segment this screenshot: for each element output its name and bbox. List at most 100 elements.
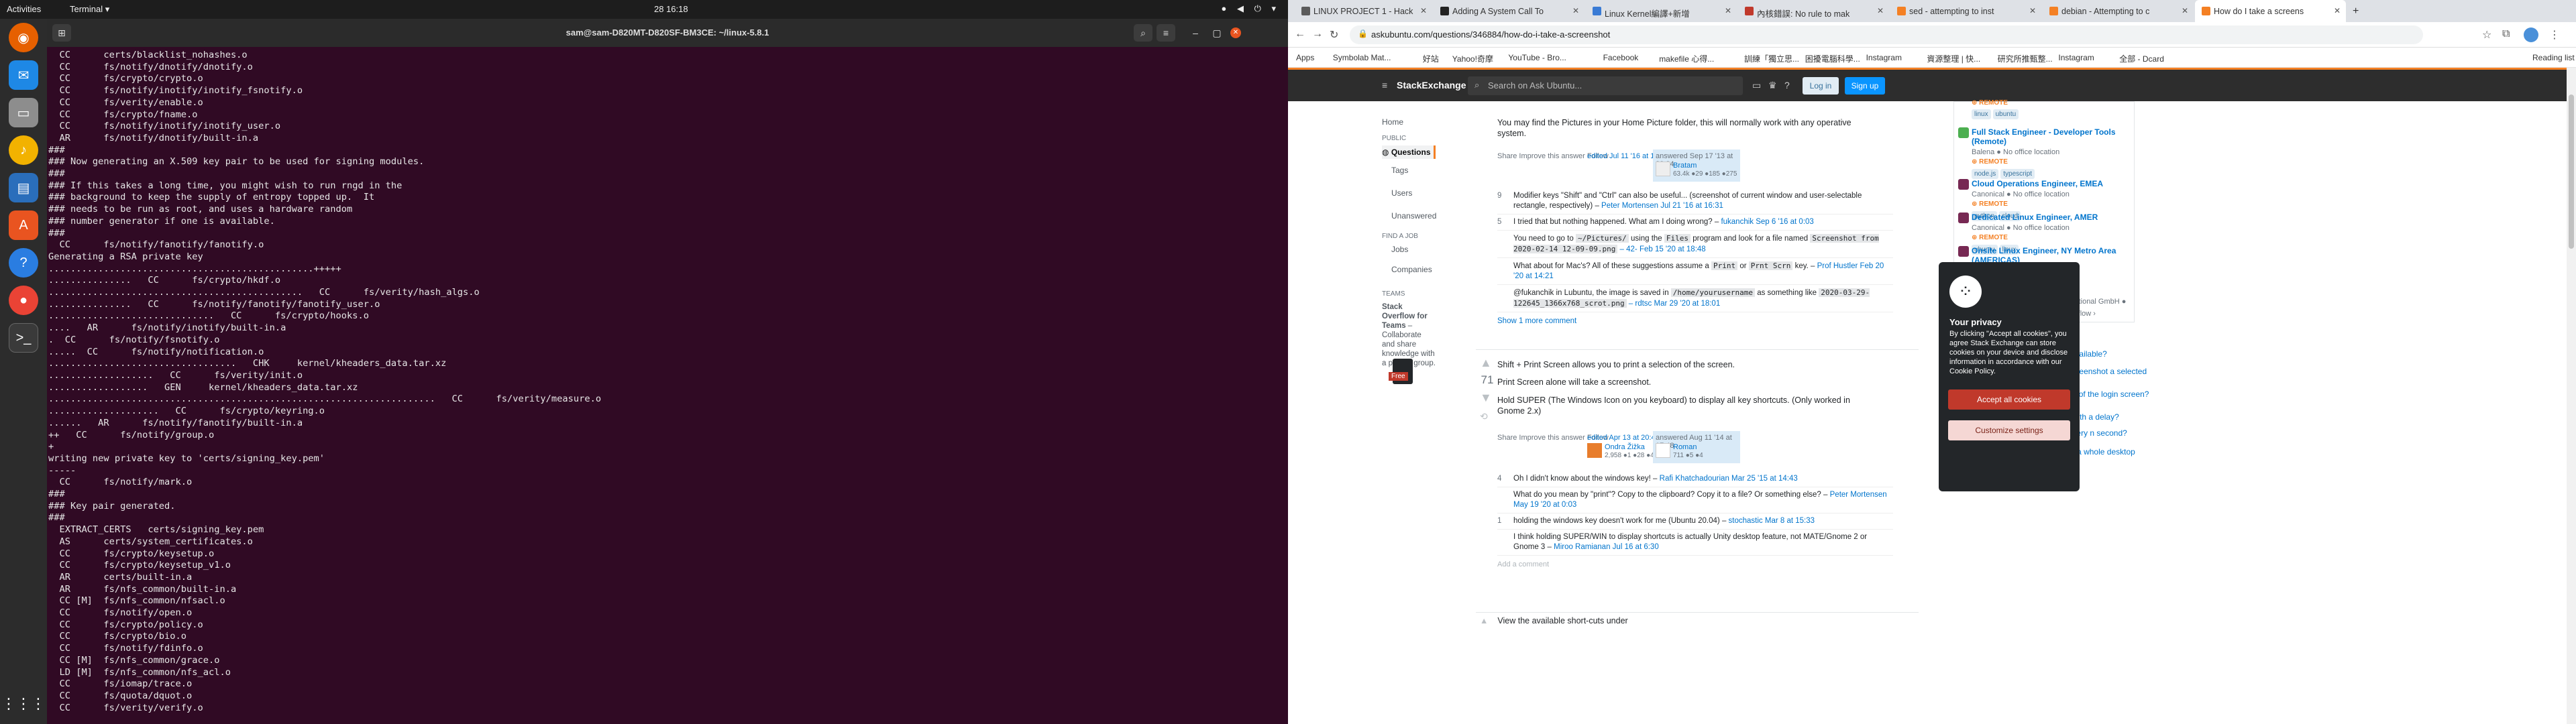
help-icon[interactable]: ?	[1784, 80, 1790, 90]
comment-user[interactable]: Peter Mortensen Jul 21 '16 at 16:31	[1601, 202, 1723, 210]
back-icon[interactable]: ←	[1295, 28, 1305, 40]
comment-user[interactable]: – rdtsc Mar 29 '20 at 18:01	[1629, 300, 1720, 308]
search-icon[interactable]: ⌕	[1134, 24, 1152, 42]
tab-close-icon[interactable]: ✕	[1420, 6, 1427, 15]
avatar[interactable]	[1656, 162, 1670, 176]
terminal-output[interactable]: CC certs/blacklist_nohashes.o CC fs/noti…	[48, 50, 1283, 720]
app-menu[interactable]: Terminal ▾	[70, 4, 109, 15]
comment-user[interactable]: Rafi Khatchadourian Mar 25 '15 at 14:43	[1660, 475, 1798, 483]
tag[interactable]: node.js	[1972, 169, 1999, 179]
tab-close-icon[interactable]: ✕	[1877, 6, 1884, 15]
bookmark-item[interactable]: Instagram	[1866, 53, 1902, 62]
nav-jobs[interactable]: Jobs	[1391, 245, 1408, 254]
page-scrollbar[interactable]	[2567, 68, 2576, 724]
bookmark-item[interactable]: Facebook	[1603, 53, 1639, 62]
bookmark-item[interactable]: 全部 - Dcard	[2119, 53, 2164, 64]
avatar[interactable]	[1587, 443, 1602, 458]
maximize-icon[interactable]: ▢	[1208, 24, 1226, 42]
tag[interactable]: typescript	[2000, 169, 2035, 179]
nav-companies[interactable]: Companies	[1391, 265, 1432, 274]
answer2-editor[interactable]: Ondra Žižka	[1605, 443, 1645, 451]
inbox-icon[interactable]: ▭	[1752, 80, 1761, 91]
tab-close-icon[interactable]: ✕	[2029, 6, 2036, 15]
minimize-icon[interactable]: –	[1186, 24, 1205, 42]
tab-close-icon[interactable]: ✕	[1572, 6, 1579, 15]
chrome-menu-icon[interactable]: ⋮	[2549, 28, 2560, 42]
show-apps-icon[interactable]: ⋮⋮⋮	[1, 689, 46, 719]
upvote-icon[interactable]: ▲	[1480, 356, 1492, 370]
writer-icon[interactable]: ▤	[9, 173, 38, 202]
browser-tab[interactable]: Adding A System Call To ✕	[1434, 0, 1585, 22]
answer1-user[interactable]: Bratam	[1673, 162, 1697, 170]
software-icon[interactable]: A	[9, 210, 38, 240]
bookmark-item[interactable]: YouTube - Bro...	[1508, 53, 1566, 62]
nav-home[interactable]: Home	[1382, 117, 1403, 127]
site-logo[interactable]: StackExchange	[1397, 80, 1466, 90]
tag[interactable]: linux	[1972, 109, 1991, 119]
chrome-icon[interactable]: ●	[9, 286, 38, 315]
new-tab-icon[interactable]: +	[2347, 0, 2359, 22]
bookmark-item[interactable]: 困擾電腦科學...	[1805, 53, 1860, 64]
comment-user[interactable]: – 42- Feb 15 '20 at 18:48	[1620, 245, 1706, 253]
bookmark-item[interactable]: Symbolab Mat...	[1333, 53, 1391, 62]
bookmark-item[interactable]: 好站	[1423, 53, 1439, 64]
bookmark-item[interactable]: Apps	[1296, 53, 1314, 62]
star-icon[interactable]: ☆	[2482, 28, 2491, 42]
reload-icon[interactable]: ↻	[1330, 28, 1338, 42]
tab-close-icon[interactable]: ✕	[2334, 6, 2341, 15]
bookmark-item[interactable]: makefile 心得...	[1659, 53, 1714, 64]
browser-tab[interactable]: sed - attempting to inst ✕	[1890, 0, 2041, 22]
upvote-icon[interactable]: ▲	[1480, 616, 1488, 625]
answer2-edited[interactable]: edited Apr 13 at 20:44	[1587, 434, 1660, 442]
job-title[interactable]: Full Stack Engineer - Developer Tools (R…	[1972, 127, 2133, 146]
browser-tab[interactable]: Linux Kernel編譯+新增 ✕	[1586, 0, 1737, 22]
add-comment-link[interactable]: Add a comment	[1497, 556, 1893, 570]
bookmark-item[interactable]: 研究所推甄整...	[1998, 53, 2053, 64]
accept-cookies-button[interactable]: Accept all cookies	[1948, 389, 2070, 410]
menu-icon[interactable]: ≡	[1382, 80, 1387, 90]
tab-close-icon[interactable]: ✕	[1725, 6, 1731, 15]
nav-users[interactable]: Users	[1391, 188, 1412, 198]
login-button[interactable]: Log in	[1803, 77, 1839, 95]
clock[interactable]: 28 16:18	[654, 4, 688, 14]
bookmark-item[interactable]: Yahoo!奇摩	[1452, 53, 1493, 64]
history-icon[interactable]: ⟲	[1480, 411, 1488, 422]
scroll-thumb[interactable]	[2569, 95, 2574, 249]
nav-questions[interactable]: ◍ Questions	[1382, 145, 1436, 159]
signup-button[interactable]: Sign up	[1845, 77, 1885, 95]
site-search-input[interactable]: ⌕ Search on Ask Ubuntu...	[1468, 76, 1743, 95]
browser-tab[interactable]: 內核錯誤: No rule to mak ✕	[1738, 0, 1889, 22]
bookmark-item[interactable]: 資源整理 | 快...	[1927, 53, 1980, 64]
rhythmbox-icon[interactable]: ♪	[9, 135, 38, 165]
browser-tab[interactable]: debian - Attempting to c ✕	[2043, 0, 2194, 22]
firefox-icon[interactable]: ◉	[9, 23, 38, 52]
tag[interactable]: ubuntu	[1992, 109, 2019, 119]
profile-avatar[interactable]	[2524, 27, 2538, 42]
help-icon[interactable]: ?	[9, 248, 38, 278]
answer2-user[interactable]: Roman	[1673, 443, 1697, 451]
comment-user[interactable]: fukanchik Sep 6 '16 at 0:03	[1721, 218, 1813, 226]
browser-tab[interactable]: LINUX PROJECT 1 - Hack ✕	[1295, 0, 1432, 22]
job-title[interactable]: Dedicated Linux Engineer, AMER	[1972, 213, 2133, 222]
downvote-icon[interactable]: ▼	[1480, 391, 1492, 405]
job-title[interactable]: Cloud Operations Engineer, EMEA	[1972, 179, 2133, 188]
bookmark-item[interactable]: 訓練「獨立思...	[1744, 53, 1799, 64]
menu-icon[interactable]: ≡	[1157, 24, 1175, 42]
comment-user[interactable]: stochastic Mar 8 at 15:33	[1729, 517, 1815, 525]
comment-user[interactable]: Miroo Ramianan Jul 16 at 6:30	[1554, 543, 1659, 551]
address-bar[interactable]: 🔒 askubuntu.com/questions/346884/how-do-…	[1350, 25, 2423, 44]
browser-tab[interactable]: How do I take a screens ✕	[2195, 0, 2346, 22]
avatar[interactable]	[1656, 443, 1670, 458]
files-icon[interactable]: ▭	[9, 98, 38, 127]
customize-settings-button[interactable]: Customize settings	[1948, 420, 2070, 440]
achievements-icon[interactable]: ♛	[1768, 80, 1777, 91]
nav-tags[interactable]: Tags	[1391, 166, 1408, 175]
job-listing[interactable]: Full Stack Engineer - Developer Tools (R…	[1958, 127, 2133, 179]
tab-close-icon[interactable]: ✕	[2182, 6, 2188, 15]
terminal-icon[interactable]: >_	[9, 323, 38, 353]
nav-unanswered[interactable]: Unanswered	[1391, 211, 1436, 221]
bookmark-item[interactable]: Reading list	[2532, 53, 2575, 62]
system-tray[interactable]: ● ◀ ⏻ ▾	[1222, 3, 1281, 14]
extensions-icon[interactable]: ⧉	[2502, 28, 2510, 40]
bookmark-item[interactable]: Instagram	[2058, 53, 2094, 62]
